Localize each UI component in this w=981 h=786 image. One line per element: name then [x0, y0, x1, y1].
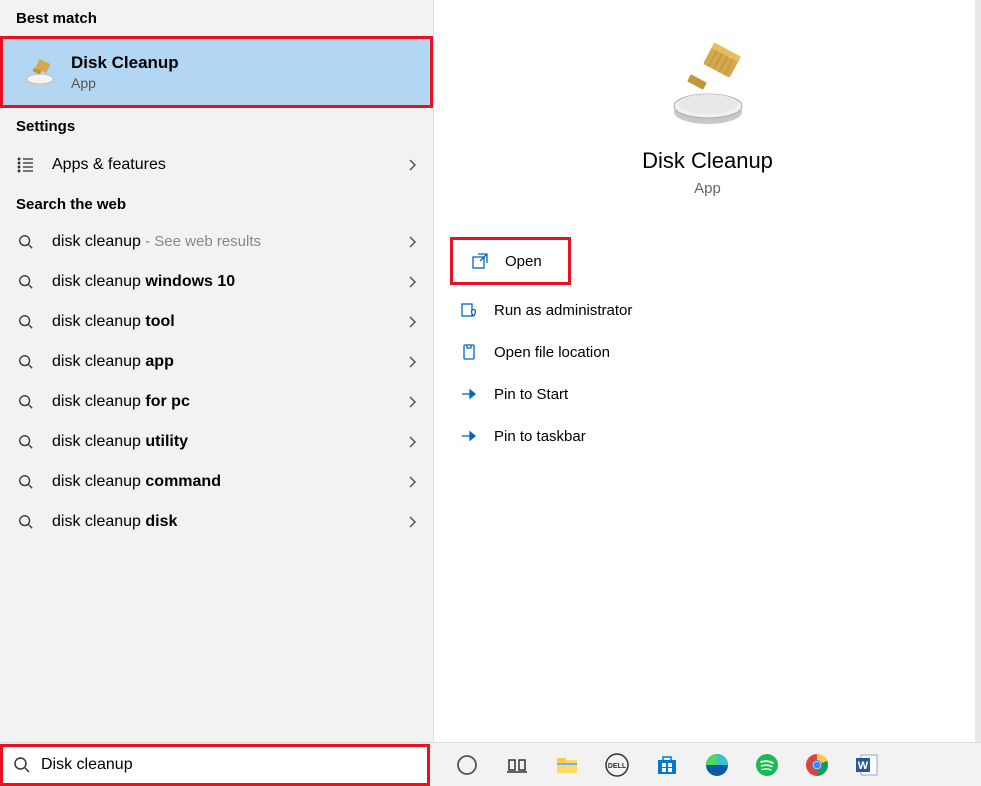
open-icon: [469, 250, 491, 272]
chevron-right-icon: [409, 276, 417, 288]
dell-icon[interactable]: DELL: [598, 746, 636, 784]
action-open-label: Open: [505, 253, 542, 270]
chevron-right-icon: [409, 236, 417, 248]
action-pin-start-label: Pin to Start: [494, 386, 568, 403]
search-icon: [16, 312, 36, 332]
chevron-right-icon: [409, 516, 417, 528]
search-box-highlight: [0, 744, 430, 786]
web-result-label: disk cleanup disk: [52, 513, 409, 531]
word-icon[interactable]: W: [848, 746, 886, 784]
pin-taskbar-icon: [458, 425, 480, 447]
web-result-0[interactable]: disk cleanup - See web results: [0, 222, 433, 262]
search-icon: [16, 432, 36, 452]
search-icon: [16, 232, 36, 252]
action-run-admin-label: Run as administrator: [494, 302, 632, 319]
chevron-right-icon: [409, 476, 417, 488]
action-open-location[interactable]: Open file location: [444, 331, 971, 373]
taskbar: DELL: [0, 742, 981, 786]
settings-label: Apps & features: [52, 156, 409, 174]
web-result-label: disk cleanup - See web results: [52, 233, 409, 251]
settings-header: Settings: [0, 108, 433, 144]
web-result-6[interactable]: disk cleanup command: [0, 462, 433, 502]
file-explorer-icon[interactable]: [548, 746, 586, 784]
detail-title: Disk Cleanup: [454, 148, 961, 174]
web-result-2[interactable]: disk cleanup tool: [0, 302, 433, 342]
action-run-admin[interactable]: Run as administrator: [444, 289, 971, 331]
settings-apps-features[interactable]: Apps & features: [0, 144, 433, 186]
disk-cleanup-large-icon: [660, 36, 756, 132]
web-result-label: disk cleanup command: [52, 473, 409, 491]
chevron-right-icon: [409, 316, 417, 328]
search-icon: [16, 272, 36, 292]
pin-start-icon: [458, 383, 480, 405]
web-result-3[interactable]: disk cleanup app: [0, 342, 433, 382]
action-pin-start[interactable]: Pin to Start: [444, 373, 971, 415]
search-input[interactable]: [41, 756, 417, 774]
search-icon: [16, 512, 36, 532]
shield-icon: [458, 299, 480, 321]
edge-icon[interactable]: [698, 746, 736, 784]
chevron-right-icon: [409, 159, 417, 171]
detail-panel: Disk Cleanup App Open: [434, 0, 981, 742]
best-match-subtitle: App: [71, 75, 179, 91]
cortana-icon[interactable]: [448, 746, 486, 784]
search-web-header: Search the web: [0, 186, 433, 222]
best-match-highlight: Disk Cleanup App: [0, 36, 433, 108]
search-icon: [16, 472, 36, 492]
scrollbar[interactable]: [975, 0, 981, 742]
web-result-7[interactable]: disk cleanup disk: [0, 502, 433, 542]
folder-icon: [458, 341, 480, 363]
best-match-title: Disk Cleanup: [71, 53, 179, 73]
web-result-label: disk cleanup utility: [52, 433, 409, 451]
search-icon: [13, 756, 31, 774]
chevron-right-icon: [409, 436, 417, 448]
detail-subtitle: App: [454, 180, 961, 197]
search-icon: [16, 392, 36, 412]
action-open-location-label: Open file location: [494, 344, 610, 361]
action-pin-taskbar[interactable]: Pin to taskbar: [444, 415, 971, 457]
search-results-panel: Best match Disk Cleanup App Settings: [0, 0, 434, 742]
web-result-5[interactable]: disk cleanup utility: [0, 422, 433, 462]
action-pin-taskbar-label: Pin to taskbar: [494, 428, 586, 445]
best-match-disk-cleanup[interactable]: Disk Cleanup App: [3, 39, 430, 105]
web-result-label: disk cleanup for pc: [52, 393, 409, 411]
svg-text:DELL: DELL: [608, 763, 627, 770]
best-match-header: Best match: [0, 0, 433, 36]
web-result-1[interactable]: disk cleanup windows 10: [0, 262, 433, 302]
microsoft-store-icon[interactable]: [648, 746, 686, 784]
list-icon: [16, 155, 36, 175]
disk-cleanup-icon: [23, 55, 57, 89]
action-open[interactable]: Open: [455, 242, 566, 280]
web-result-4[interactable]: disk cleanup for pc: [0, 382, 433, 422]
chevron-right-icon: [409, 396, 417, 408]
chrome-icon[interactable]: [798, 746, 836, 784]
web-result-label: disk cleanup app: [52, 353, 409, 371]
search-icon: [16, 352, 36, 372]
open-action-highlight: Open: [450, 237, 571, 285]
task-view-icon[interactable]: [498, 746, 536, 784]
svg-text:W: W: [858, 760, 869, 772]
spotify-icon[interactable]: [748, 746, 786, 784]
web-result-label: disk cleanup tool: [52, 313, 409, 331]
chevron-right-icon: [409, 356, 417, 368]
web-result-label: disk cleanup windows 10: [52, 273, 409, 291]
